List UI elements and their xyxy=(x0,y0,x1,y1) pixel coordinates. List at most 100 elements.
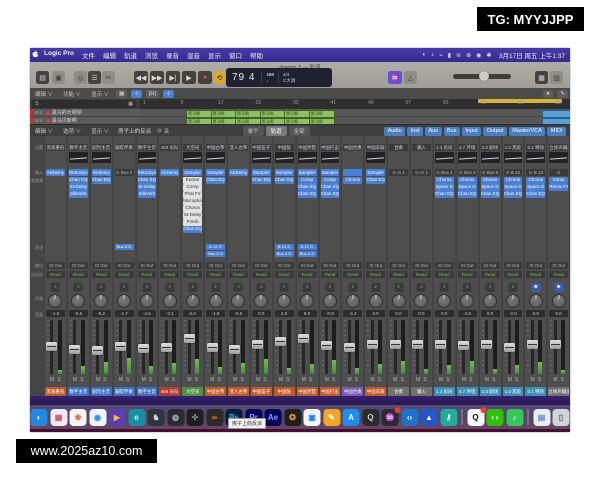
automation-mode-button[interactable]: Read xyxy=(46,271,65,278)
channel-setting-button[interactable]: 中国鼓 xyxy=(275,144,294,151)
channel-strip[interactable]: 中国打击 Sampler CompChan EQChan EQ St Out R… xyxy=(319,136,341,396)
output-slot[interactable]: St Out xyxy=(389,262,408,269)
automation-mode-button[interactable]: Read xyxy=(504,271,523,278)
solo-button[interactable]: S xyxy=(309,377,312,383)
fx-slot[interactable]: Chan EQ xyxy=(321,191,340,198)
tuner-button[interactable]: ♒ xyxy=(388,71,402,84)
send-slot[interactable]: B 12 ⊙ xyxy=(275,244,294,250)
dock-qq[interactable]: Q xyxy=(467,409,484,426)
volume-value[interactable]: 0.0 xyxy=(252,310,271,317)
automation-mode-button[interactable]: Read xyxy=(252,271,271,278)
pan-knob[interactable] xyxy=(48,294,62,308)
solo-button[interactable]: S xyxy=(492,377,495,383)
automation-mode-button[interactable]: Read xyxy=(458,271,477,278)
fx-slot[interactable]: Chan EQ xyxy=(504,191,523,198)
channel-name-label[interactable]: 1.3 房间 xyxy=(434,387,455,396)
fx-slot[interactable]: Chan EQ xyxy=(298,191,317,198)
pan-knob[interactable] xyxy=(414,294,428,308)
output-slot[interactable]: St Out xyxy=(321,262,340,269)
pointer-tool-icon[interactable]: ➤ xyxy=(543,90,554,98)
volume-value[interactable]: -6.2 xyxy=(92,310,111,317)
mixer-view-全部[interactable]: 全部 xyxy=(289,126,310,136)
apple-menu[interactable] xyxy=(30,50,40,60)
filter-aux[interactable]: Aux xyxy=(425,127,441,136)
pan-knob[interactable] xyxy=(506,294,520,308)
output-slot[interactable]: St Out xyxy=(481,262,500,269)
menu-item-8[interactable]: 窗口 xyxy=(225,50,246,60)
dock-photos[interactable]: ❀ xyxy=(70,409,87,426)
mute-button[interactable]: M xyxy=(142,377,146,383)
catch-icon[interactable]: ⊹ xyxy=(163,90,174,98)
fx-slot[interactable]: Chan EQ xyxy=(206,177,225,184)
volume-value[interactable]: -1.7 xyxy=(115,310,134,317)
menu-item-0[interactable]: Logic Pro xyxy=(40,50,78,60)
solo-button[interactable]: S xyxy=(469,377,472,383)
solo-button[interactable]: S xyxy=(217,377,220,383)
channel-name-label[interactable]: 黑骑重低 xyxy=(45,387,66,396)
automation-mode-button[interactable]: Read xyxy=(526,271,545,278)
channel-strip[interactable]: 立体声输出 ⊙ CompRemix FX St Out Read ☻ 0.0 M… xyxy=(547,136,569,396)
channel-name-label[interactable]: 蹦砹伴奏 xyxy=(114,387,135,396)
output-slot[interactable]: St Out xyxy=(252,262,271,269)
mixer-menu-0[interactable]: 编辑 ∨ xyxy=(30,127,58,135)
fx-slot[interactable]: St-Delay xyxy=(138,184,157,191)
output-slot[interactable]: St Out xyxy=(160,262,179,269)
channel-setting-button[interactable]: 2.0 剧场 xyxy=(481,144,500,151)
channel-strip[interactable]: 合奏 ⊙ In 1 St Out Read ♪ 0.0 M S 合奏 xyxy=(387,136,409,396)
fx-slot[interactable]: Space D xyxy=(526,184,545,191)
channel-name-label[interactable]: 输入 xyxy=(411,387,432,396)
instrument-slot[interactable]: Sampler xyxy=(298,169,317,176)
eq-thumbnail[interactable] xyxy=(435,152,454,163)
volume-value[interactable]: -4.6 xyxy=(138,310,157,317)
output-slot[interactable]: St Out xyxy=(138,262,157,269)
channel-strip[interactable]: 4.7 环境 ⊙ Bus 3 ChorusSpace DChan EQ St O… xyxy=(456,136,478,396)
midi-region[interactable] xyxy=(542,110,570,118)
fader-cap[interactable] xyxy=(184,334,195,343)
fader-cap[interactable] xyxy=(161,343,172,352)
fader-cap[interactable] xyxy=(252,340,263,349)
fader-cap[interactable] xyxy=(275,337,286,346)
output-slot[interactable]: St Out xyxy=(206,262,225,269)
fader-cap[interactable] xyxy=(435,340,446,349)
solo-button[interactable]: S xyxy=(126,377,129,383)
stop-button[interactable]: ▶| xyxy=(166,71,180,84)
mute-button[interactable]: M xyxy=(416,377,420,383)
mute-button[interactable]: M xyxy=(348,377,352,383)
output-slot[interactable]: St Out xyxy=(69,262,88,269)
fx-slot[interactable]: Chorus xyxy=(183,205,202,212)
instrument-slot[interactable]: ⊙ B 12 xyxy=(504,169,523,176)
solo-button[interactable]: S xyxy=(149,377,152,383)
wifi-icon[interactable]: ≋ xyxy=(454,52,464,59)
channel-name-label[interactable]: 404 乐队 xyxy=(159,387,180,396)
mixer-view-轨道[interactable]: 轨道 xyxy=(266,126,287,136)
automation-mode-button[interactable]: Read xyxy=(343,271,362,278)
grid-icon[interactable]: ▦ xyxy=(116,90,127,98)
channel-strip[interactable]: 1.3 房间 ⊙ Bus 4 ChorusSpace DChan EQ St O… xyxy=(433,136,455,396)
automation-mode-button[interactable]: Read xyxy=(481,271,500,278)
fx-slot[interactable]: Chorus xyxy=(526,177,545,184)
pan-knob[interactable] xyxy=(392,294,406,308)
dock-edge[interactable]: e xyxy=(128,409,145,426)
channel-name-label[interactable]: 剧烈主音 xyxy=(91,387,112,396)
fx-slot[interactable]: Space D xyxy=(481,184,500,191)
output-slot[interactable]: St Out xyxy=(412,262,431,269)
instrument-slot[interactable]: Alchemy xyxy=(229,169,248,176)
channel-name-label[interactable]: 数字主音 xyxy=(137,387,158,396)
channel-name-label[interactable]: 中国琵琶 xyxy=(297,387,318,396)
mute-button[interactable]: M xyxy=(553,377,557,383)
link-icon[interactable]: ⊙ xyxy=(155,128,164,134)
instrument-slot[interactable]: ⊙ Bus 3 xyxy=(458,169,477,176)
output-slot[interactable]: St Out xyxy=(183,262,202,269)
channel-name-label[interactable]: 1.0 黑胶 xyxy=(503,387,524,396)
output-slot[interactable]: St Out xyxy=(46,262,65,269)
output-slot[interactable]: St Out xyxy=(115,262,134,269)
pencil-tool-icon[interactable]: ✎ xyxy=(557,90,568,98)
volume-value[interactable]: -2.4 xyxy=(343,310,362,317)
channel-setting-button[interactable]: 中国琵琶 xyxy=(298,144,317,151)
pan-knob[interactable] xyxy=(323,294,337,308)
library-toggle-button[interactable]: ▤ xyxy=(36,71,49,84)
channel-name-label[interactable]: 数字主音 xyxy=(68,387,89,396)
channel-name-label[interactable]: 中国笛子 xyxy=(251,387,272,396)
fx-slot[interactable]: Chan EQ xyxy=(481,191,500,198)
dock-dark-app[interactable]: ✣ xyxy=(187,409,204,426)
